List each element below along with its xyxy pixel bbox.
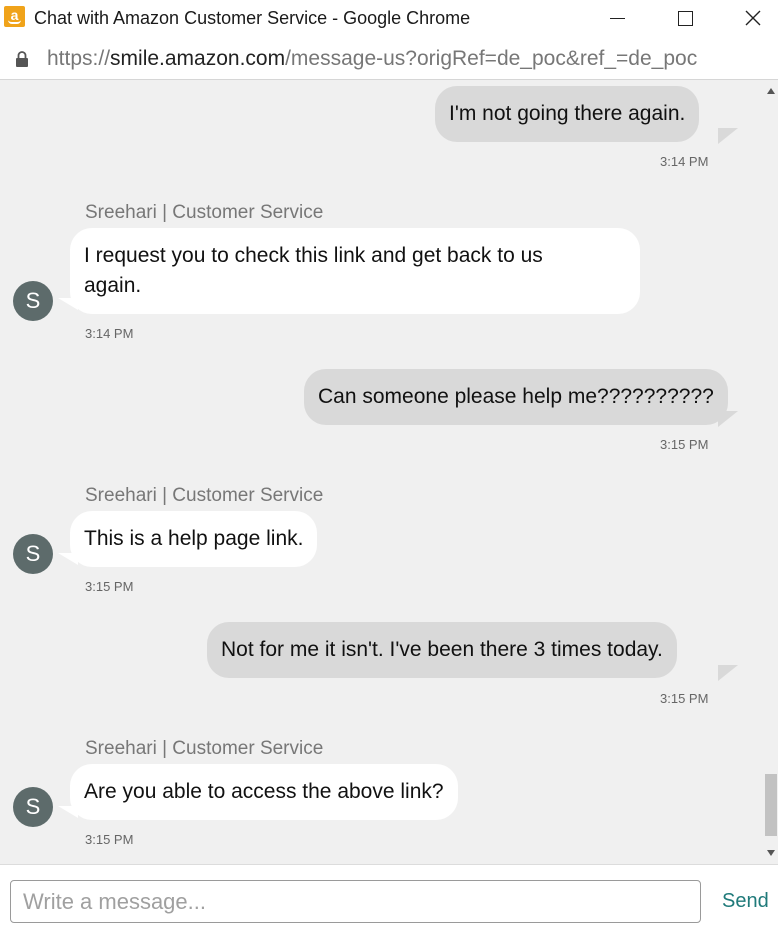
chat-scrollbar[interactable] <box>764 80 778 864</box>
address-bar[interactable]: https://smile.amazon.com/message-us?orig… <box>0 36 778 80</box>
agent-avatar: S <box>13 534 53 574</box>
message-text: Can someone please help me?????????? <box>318 385 714 408</box>
minimize-button[interactable] <box>594 0 640 36</box>
bubble-tail <box>58 298 78 310</box>
maximize-button[interactable] <box>662 0 708 36</box>
window-titlebar: a Chat with Amazon Customer Service - Go… <box>0 0 778 36</box>
message-timestamp: 3:15 PM <box>85 579 134 594</box>
bubble-tail <box>718 128 738 144</box>
message-text-line: again. <box>84 274 142 297</box>
agent-avatar: S <box>13 281 53 321</box>
url-path: /message-us?origRef=de_poc&ref_=de_poc <box>285 47 698 70</box>
message-timestamp: 3:15 PM <box>660 691 709 706</box>
message-text: This is a help page link. <box>84 527 304 550</box>
close-button[interactable] <box>730 0 776 36</box>
bubble-tail <box>718 411 738 427</box>
message-input[interactable] <box>10 880 701 923</box>
message-timestamp: 3:14 PM <box>660 154 709 169</box>
message-text: Are you able to access the above link? <box>84 780 444 803</box>
message-timestamp: 3:15 PM <box>85 832 134 847</box>
incoming-message: I request you to check this link and get… <box>70 228 640 314</box>
close-icon <box>745 10 761 26</box>
amazon-app-icon: a <box>4 6 25 27</box>
incoming-message: This is a help page link. <box>70 511 318 567</box>
lock-icon <box>16 51 28 67</box>
scroll-down-arrow-icon[interactable] <box>767 850 775 856</box>
agent-avatar: S <box>13 787 53 827</box>
url-scheme: https:// <box>47 47 111 70</box>
message-text: Not for me it isn't. I've been there 3 t… <box>221 638 663 661</box>
outgoing-message: I'm not going there again. <box>435 86 700 142</box>
chat-transcript[interactable]: I'm not going there again. 3:14 PM Sreeh… <box>0 80 778 864</box>
message-composer: Send <box>0 864 778 934</box>
bubble-tail <box>58 553 78 565</box>
message-timestamp: 3:15 PM <box>660 437 709 452</box>
message-text-line: I request you to check this link and get… <box>84 244 543 267</box>
sender-name: Sreehari | Customer Service <box>85 738 324 759</box>
bubble-tail <box>718 665 738 681</box>
scrollbar-thumb[interactable] <box>765 774 777 836</box>
outgoing-message: Not for me it isn't. I've been there 3 t… <box>207 622 677 678</box>
outgoing-message: Can someone please help me?????????? <box>304 369 728 425</box>
url-text[interactable]: https://smile.amazon.com/message-us?orig… <box>47 47 697 71</box>
sender-name: Sreehari | Customer Service <box>85 202 324 223</box>
maximize-icon <box>677 10 693 26</box>
message-text: I'm not going there again. <box>449 102 686 125</box>
url-host: smile.amazon.com <box>110 47 286 70</box>
window-title: Chat with Amazon Customer Service - Goog… <box>34 8 471 28</box>
minimize-icon <box>609 17 625 19</box>
bubble-tail <box>58 806 78 818</box>
send-button[interactable]: Send <box>722 890 769 913</box>
incoming-message: Are you able to access the above link? <box>70 764 458 820</box>
sender-name: Sreehari | Customer Service <box>85 485 324 506</box>
message-timestamp: 3:14 PM <box>85 326 134 341</box>
scroll-up-arrow-icon[interactable] <box>767 88 775 94</box>
